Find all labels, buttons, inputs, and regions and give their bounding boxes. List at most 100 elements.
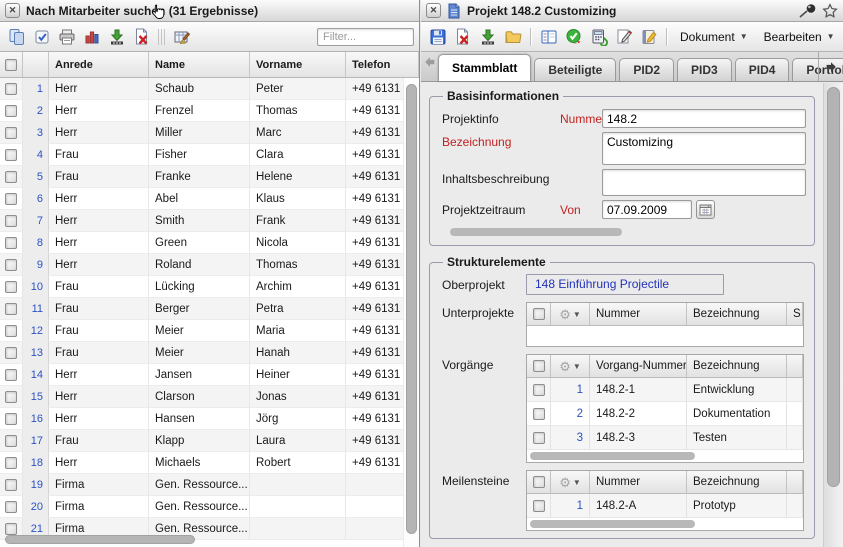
row-checkbox[interactable] xyxy=(5,237,17,249)
row-number-link[interactable]: 7 xyxy=(23,210,49,232)
nummer-input[interactable] xyxy=(602,109,806,128)
table-row[interactable]: 11 Frau Berger Petra +49 6131 6 xyxy=(0,298,419,320)
column-header-vorname[interactable]: Vorname xyxy=(250,52,346,77)
close-icon[interactable]: ✕ xyxy=(426,3,441,18)
edit-document-button[interactable] xyxy=(612,25,635,48)
column-header-bezeichnung[interactable]: Bezeichnung xyxy=(687,303,787,325)
table-row[interactable]: 18 Herr Michaels Robert +49 6131 6 xyxy=(0,452,419,474)
row-checkbox[interactable] xyxy=(5,325,17,337)
tabs-scroll-left-button[interactable] xyxy=(423,55,437,74)
row-checkbox[interactable] xyxy=(5,523,17,535)
card-view-button[interactable] xyxy=(537,25,560,48)
row-number-link[interactable]: 1 xyxy=(23,78,49,100)
row-number-link[interactable]: 5 xyxy=(23,166,49,188)
table-row[interactable]: 17 Frau Klapp Laura +49 6131 6 xyxy=(0,430,419,452)
row-number-link[interactable]: 19 xyxy=(23,474,49,496)
gear-menu-button[interactable]: ⚙▼ xyxy=(551,303,590,325)
copy-button[interactable] xyxy=(5,25,28,48)
row-checkbox[interactable] xyxy=(5,127,17,139)
horizontal-scrollbar-thumb[interactable] xyxy=(5,535,195,544)
row-checkbox[interactable] xyxy=(5,479,17,491)
vertical-scrollbar-track[interactable] xyxy=(403,78,419,547)
delete-button[interactable] xyxy=(451,25,474,48)
row-number-link[interactable]: 1 xyxy=(551,378,590,402)
select-all-checkbox[interactable] xyxy=(533,360,545,372)
horizontal-scrollbar-thumb[interactable] xyxy=(530,520,695,528)
delete-result-button[interactable] xyxy=(130,25,153,48)
table-row[interactable]: 14 Herr Jansen Heiner +49 6131 6 xyxy=(0,364,419,386)
table-row[interactable]: 1 Herr Schaub Peter +49 6131 6 xyxy=(0,78,419,100)
row-number-link[interactable]: 13 xyxy=(23,342,49,364)
horizontal-scrollbar-thumb[interactable] xyxy=(450,228,622,236)
column-header-bezeichnung[interactable]: Bezeichnung xyxy=(687,355,787,377)
vertical-scrollbar-thumb[interactable] xyxy=(827,87,840,487)
row-number-link[interactable]: 4 xyxy=(23,144,49,166)
table-row[interactable]: 2 Herr Frenzel Thomas +49 6131 6 xyxy=(0,100,419,122)
table-row[interactable]: 19 Firma Gen. Ressource... xyxy=(0,474,419,496)
row-number-link[interactable]: 3 xyxy=(551,426,590,450)
row-number-link[interactable]: 1 xyxy=(551,494,590,518)
table-row[interactable]: 10 Frau Lücking Archim +49 6131 6 xyxy=(0,276,419,298)
oberprojekt-link[interactable]: 148 Einführung Projectile xyxy=(526,274,724,295)
row-checkbox[interactable] xyxy=(5,413,17,425)
tab-stammblatt[interactable]: Stammblatt xyxy=(438,54,531,81)
row-number-link[interactable]: 6 xyxy=(23,188,49,210)
row-number-link[interactable]: 12 xyxy=(23,320,49,342)
row-number-link[interactable]: 2 xyxy=(23,100,49,122)
horizontal-scrollbar-thumb[interactable] xyxy=(530,452,695,460)
table-row[interactable]: 20 Firma Gen. Ressource... xyxy=(0,496,419,518)
tab-pid3[interactable]: PID3 xyxy=(677,58,732,81)
column-header-bezeichnung[interactable]: Bezeichnung xyxy=(687,471,787,493)
row-checkbox[interactable] xyxy=(5,391,17,403)
table-row[interactable]: 1 148.2-1 Entwicklung xyxy=(527,378,803,402)
row-checkbox[interactable] xyxy=(533,384,545,396)
row-checkbox[interactable] xyxy=(5,105,17,117)
bezeichnung-textarea[interactable]: Customizing xyxy=(602,132,806,165)
row-checkbox[interactable] xyxy=(5,501,17,513)
row-checkbox[interactable] xyxy=(5,171,17,183)
row-number-link[interactable]: 16 xyxy=(23,408,49,430)
close-icon[interactable]: ✕ xyxy=(5,3,20,18)
tabs-scroll-right-button[interactable] xyxy=(818,52,843,81)
row-number-link[interactable]: 8 xyxy=(23,232,49,254)
approve-button[interactable] xyxy=(562,25,585,48)
export-button[interactable] xyxy=(476,25,499,48)
column-header-telefon[interactable]: Telefon xyxy=(346,52,419,77)
table-row[interactable]: 2 148.2-2 Dokumentation xyxy=(527,402,803,426)
clear-table-button[interactable] xyxy=(170,25,193,48)
table-row[interactable]: 1 148.2-A Prototyp xyxy=(527,494,803,518)
table-row[interactable]: 5 Frau Franke Helene +49 6131 6 xyxy=(0,166,419,188)
row-number-link[interactable]: 20 xyxy=(23,496,49,518)
tab-pid2[interactable]: PID2 xyxy=(619,58,674,81)
table-row[interactable]: 12 Frau Meier Maria +49 6131 6 xyxy=(0,320,419,342)
table-row[interactable]: 15 Herr Clarson Jonas +49 6131 6 xyxy=(0,386,419,408)
open-folder-button[interactable] xyxy=(501,25,524,48)
row-checkbox[interactable] xyxy=(5,215,17,227)
table-row[interactable]: 6 Herr Abel Klaus +49 6131 6 xyxy=(0,188,419,210)
table-row[interactable]: 7 Herr Smith Frank +49 6131 6 xyxy=(0,210,419,232)
calendar-button[interactable] xyxy=(696,200,715,219)
row-checkbox[interactable] xyxy=(5,457,17,469)
star-icon[interactable] xyxy=(822,3,838,19)
row-checkbox[interactable] xyxy=(5,369,17,381)
export-button[interactable] xyxy=(105,25,128,48)
column-header-nummer[interactable]: Nummer xyxy=(590,471,687,493)
row-number-link[interactable]: 3 xyxy=(23,122,49,144)
row-checkbox[interactable] xyxy=(5,149,17,161)
table-row[interactable]: 13 Frau Meier Hanah +49 6131 6 xyxy=(0,342,419,364)
row-checkbox[interactable] xyxy=(533,408,545,420)
row-number-link[interactable]: 15 xyxy=(23,386,49,408)
select-all-checkbox[interactable] xyxy=(5,59,17,71)
row-number-link[interactable]: 2 xyxy=(551,402,590,426)
row-checkbox[interactable] xyxy=(5,83,17,95)
tab-beteiligte[interactable]: Beteiligte xyxy=(534,58,616,81)
pin-icon[interactable] xyxy=(798,3,818,19)
table-row[interactable]: 8 Herr Green Nicola +49 6131 6 xyxy=(0,232,419,254)
select-all-checkbox[interactable] xyxy=(533,308,545,320)
row-number-link[interactable]: 10 xyxy=(23,276,49,298)
vertical-scrollbar-track[interactable] xyxy=(823,83,843,547)
chart-button[interactable] xyxy=(80,25,103,48)
table-row[interactable]: 3 148.2-3 Testen xyxy=(527,426,803,450)
filter-input[interactable] xyxy=(317,28,414,46)
row-checkbox[interactable] xyxy=(5,303,17,315)
